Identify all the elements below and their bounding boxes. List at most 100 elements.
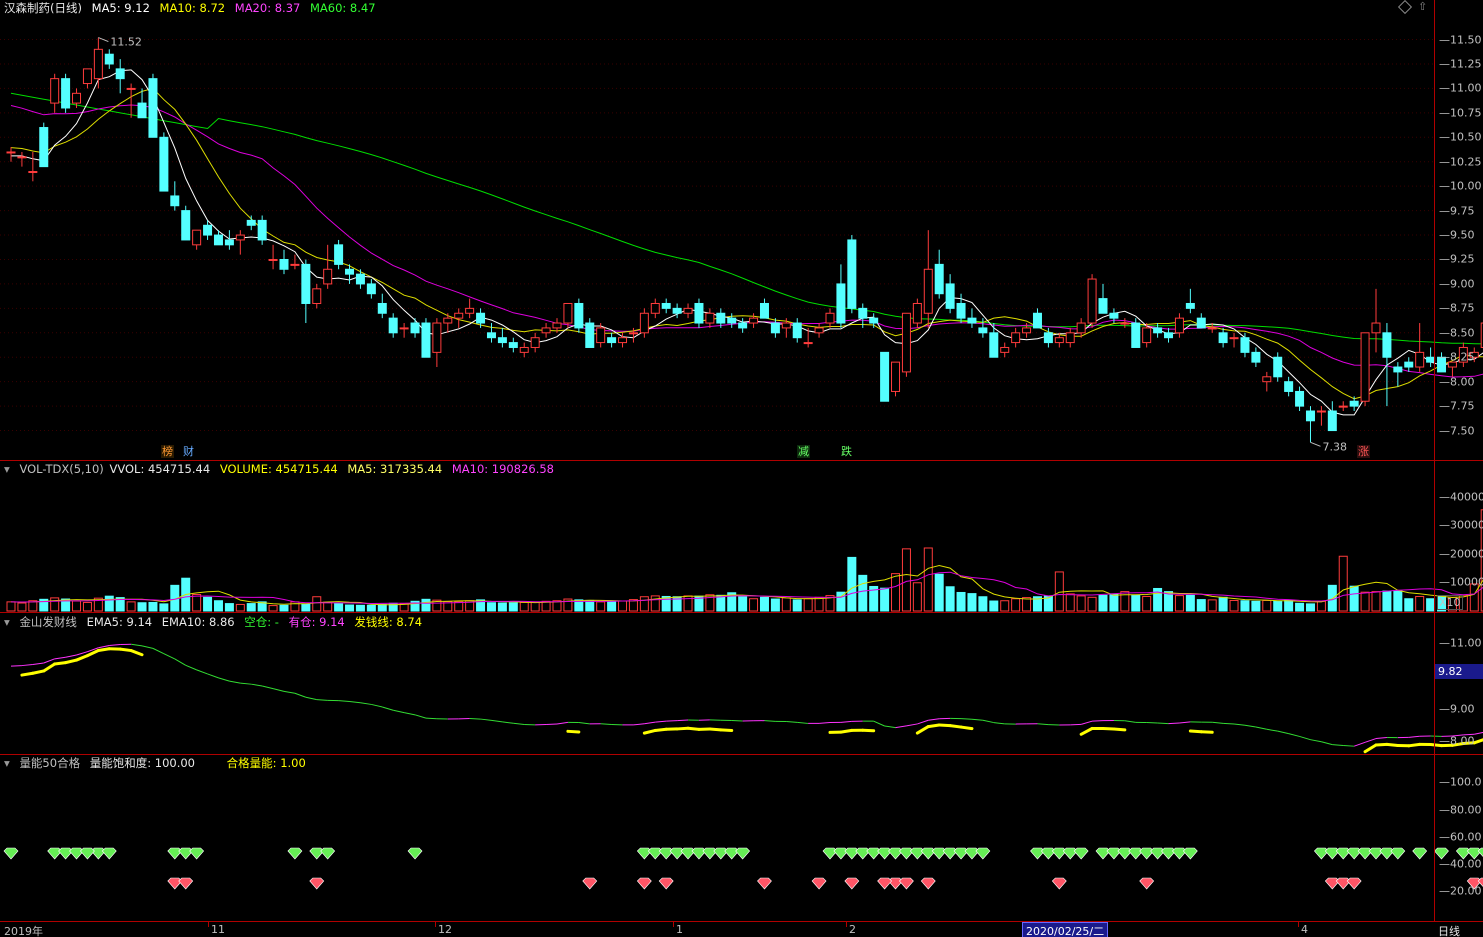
date-tick — [1298, 922, 1299, 927]
volume-axis-tick-label: —20000 — [1439, 547, 1483, 561]
candle-up — [1360, 332, 1370, 402]
price-axis: —11.50 —11.25 —11.00 —10.75 —10.50 —10.25 —10.… — [1434, 0, 1483, 460]
energy-axis-tick-label: —20.00 — [1439, 884, 1482, 898]
candle-down — [836, 283, 846, 324]
candle-up — [323, 268, 333, 285]
indicator-base-segment — [1288, 733, 1300, 737]
volume-axis-tick-label: —10000 — [1439, 575, 1483, 589]
volume-bar — [1404, 598, 1414, 612]
indicator-base-segment — [76, 651, 88, 656]
indicator-base-segment — [633, 723, 645, 726]
price-panel[interactable]: 汉森制药(日线) MA5: 9.12 MA10: 8.72 MA20: 8.37… — [0, 0, 1483, 460]
event-marker-die[interactable]: 跌 — [840, 445, 853, 458]
indicator-base-segment — [1375, 737, 1387, 740]
fortune-line-segment — [566, 729, 581, 734]
candle-down — [1098, 298, 1108, 314]
indicator-base-segment — [666, 720, 678, 722]
event-marker-cai[interactable]: 财 — [182, 445, 195, 458]
volume-bar — [1284, 599, 1294, 612]
candlestick-chart: 11.52 7.38 — [0, 36, 1483, 453]
date-tick — [673, 922, 674, 927]
candle-up — [530, 337, 540, 348]
indicator-base-segment — [272, 688, 285, 692]
event-marker-bang[interactable]: 榜 — [161, 445, 174, 458]
fortune-line-segment — [53, 661, 68, 666]
indicator-base-segment — [305, 696, 317, 701]
energy-panel[interactable]: ▾ 量能50合格 量能饱和度: 100.00 合格量能: 1.00 — [0, 755, 1483, 921]
volume-axis-tick-label: —30000 — [1439, 518, 1483, 532]
candle-down — [508, 342, 518, 348]
energy-axis-tick-label: —40.00 — [1439, 857, 1482, 871]
fortune-line-segment — [1363, 743, 1378, 754]
energy-axis-tick-label: —100.0 — [1439, 775, 1482, 789]
candle-down — [345, 268, 355, 275]
volume-bar — [1065, 593, 1075, 612]
candle-down — [956, 302, 966, 319]
energy-chart — [3, 847, 1483, 890]
candle-up — [1011, 332, 1021, 344]
fortune-line-segment — [129, 649, 144, 657]
indicator-base-segment — [338, 700, 350, 703]
indicator-base-segment — [65, 654, 77, 658]
volume-bar — [377, 603, 387, 612]
volume-panel[interactable]: ▾ VOL-TDX(5,10) VVOL: 454715.44 VOLUME: … — [0, 461, 1483, 612]
volume-axis: X10 —40000 —30000 —20000 —10000 — [1434, 461, 1483, 612]
candle-up — [639, 312, 649, 334]
indicator-base-segment — [152, 647, 165, 655]
volume-bar — [1382, 590, 1392, 612]
candle-down — [257, 219, 267, 241]
fortune-line-segment — [75, 654, 89, 662]
candle-down — [137, 102, 147, 119]
price-axis-tick-label: —7.50 — [1439, 424, 1475, 438]
indicator-panel[interactable]: ▾ 金山发财线 EMA5: 9.14 EMA10: 8.86 空仓: - 有仓:… — [0, 613, 1483, 754]
indicator-base-segment — [1353, 741, 1366, 747]
candle-up — [6, 151, 16, 154]
event-marker-jian[interactable]: 减 — [797, 445, 810, 458]
volume-bar — [497, 602, 507, 612]
volume-surge-gem — [920, 877, 936, 890]
fortune-line-segment — [1112, 727, 1127, 732]
candle-down — [334, 244, 344, 265]
volume-chart — [6, 509, 1483, 612]
event-marker-zhang[interactable]: 涨 — [1357, 445, 1370, 458]
price-axis-tick-label: —10.25 — [1439, 155, 1482, 169]
ma60-line — [10, 92, 1483, 345]
volume-surge-gem — [1139, 877, 1155, 890]
candle-down — [1273, 356, 1283, 378]
indicator-base-segment — [895, 725, 907, 729]
indicator-base-segment — [677, 719, 689, 722]
candle-up — [17, 156, 27, 159]
volume-bar — [1087, 596, 1097, 612]
volume-bar — [1393, 589, 1403, 612]
volume-bar — [1273, 600, 1283, 612]
fortune-line-segment — [1374, 742, 1389, 747]
candle-up — [399, 327, 409, 330]
candle-up — [650, 302, 660, 314]
indicator-base-segment — [294, 692, 307, 698]
candle-down — [39, 127, 49, 168]
candle-down — [366, 283, 376, 295]
candle-up — [1076, 322, 1086, 334]
indicator-base-segment — [393, 709, 405, 714]
candle-up — [50, 78, 60, 104]
volume-bar — [650, 595, 660, 612]
indicator-base-segment — [54, 656, 66, 660]
volume-surge-gem — [582, 877, 598, 890]
candle-down — [1382, 332, 1392, 358]
indicator-base-segment — [196, 669, 208, 675]
volume-bar — [880, 587, 890, 612]
candle-up — [1065, 332, 1075, 344]
volume-bar — [1207, 599, 1217, 612]
volume-bar — [421, 598, 431, 612]
fortune-line-segment — [686, 726, 701, 731]
fortune-line-segment — [915, 725, 930, 735]
candle-up — [72, 92, 82, 104]
indicator-base-segment — [1332, 744, 1344, 746]
candle-up — [912, 302, 922, 324]
volume-bar — [1349, 585, 1359, 612]
indicator-base-segment — [917, 719, 929, 725]
period-button[interactable]: 日线 — [1438, 923, 1460, 937]
candle-down — [716, 312, 726, 324]
volume-bar — [1098, 594, 1108, 612]
volume-bar — [1360, 591, 1370, 612]
